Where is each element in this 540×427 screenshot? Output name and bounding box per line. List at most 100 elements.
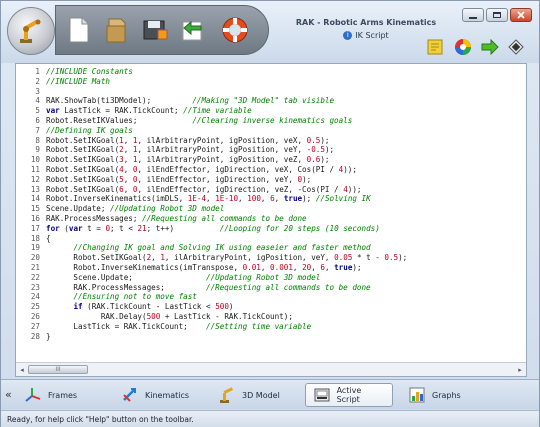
save-disk-icon: [143, 20, 168, 40]
code-line[interactable]: 4 RAK.ShowTab(ti3DModel); //Making "3D Mo…: [16, 96, 526, 106]
minimize-button[interactable]: [462, 8, 484, 22]
code-line[interactable]: 16 RAK.ProcessMessages; //Requesting all …: [16, 214, 526, 224]
status-text: Ready, for help click "Help" button on t…: [7, 415, 194, 424]
scroll-left-arrow-icon[interactable]: ◂: [17, 365, 27, 375]
code-token: ,: [123, 164, 133, 174]
code-line[interactable]: 10 Robot.SetIKGoal(3, 1, ilArbitraryPoint…: [16, 155, 526, 165]
code-line[interactable]: 27 LastTick = RAK.TickCount; //Setting t…: [16, 322, 526, 332]
code-token: ));: [343, 164, 357, 174]
code-token: RAK.ShowTab(ti3DModel);: [46, 96, 193, 106]
code-line[interactable]: 1 //INCLUDE Constants: [16, 67, 526, 77]
scrollbar-thumb[interactable]: III: [28, 365, 88, 374]
code-token: //Updating Robot 3D model: [110, 204, 225, 214]
sticky-note-button[interactable]: [426, 38, 444, 56]
code-line[interactable]: 20 Robot.SetIKGoal(2, 1, ilArbitraryPoin…: [16, 253, 526, 263]
scroll-right-arrow-icon[interactable]: ▸: [515, 365, 525, 375]
frames-axes-icon: [23, 385, 43, 405]
line-number: 17: [30, 223, 40, 233]
code-token: ,: [123, 174, 133, 184]
line-number: 2: [35, 76, 40, 86]
bottom-tab-bar: « Frames Kinematics 3D Model Active Scri…: [1, 379, 539, 409]
code-line[interactable]: 7 //Defining IK goals: [16, 126, 526, 136]
code-token: //Time variable: [183, 106, 252, 116]
line-number: 10: [30, 155, 40, 165]
code-token: Robot.SetIKGoal(: [46, 145, 120, 155]
save-script-button[interactable]: [138, 13, 172, 47]
code-token: ,: [151, 253, 161, 263]
script-editor[interactable]: 1 //INCLUDE Constants 2 //INCLUDE Math 3 4 RAK…: [15, 63, 527, 377]
line-number: 22: [30, 272, 40, 282]
code-token: ,: [238, 194, 248, 204]
code-token: ,: [274, 194, 284, 204]
code-line[interactable]: 9 Robot.SetIKGoal(2, 1, ilArbitraryPoint,…: [16, 145, 526, 155]
code-line[interactable]: 6 Robot.ResetIKValues; //Clearing inverse…: [16, 116, 526, 126]
code-line[interactable]: 5 var LastTick = RAK.TickCount; //Time va…: [16, 106, 526, 116]
code-token: Robot.InverseKinematics(imDLS,: [46, 194, 188, 204]
code-area[interactable]: 1 //INCLUDE Constants 2 //INCLUDE Math 3 4 RAK…: [16, 67, 526, 357]
line-number: 19: [30, 243, 40, 253]
code-token: , ilArbitraryPoint, igPosition, veY,: [164, 253, 335, 263]
tab-frames-label: Frames: [48, 390, 78, 400]
code-token: Robot.SetIKGoal(: [46, 174, 120, 184]
tab-3d-model-label: 3D Model: [242, 390, 280, 400]
maximize-button[interactable]: [486, 8, 508, 22]
line-number: 24: [30, 292, 40, 302]
tab-scroll-left-icon[interactable]: «: [5, 388, 12, 401]
line-number: 26: [30, 311, 40, 321]
new-script-button[interactable]: [62, 13, 96, 47]
tab-active-script[interactable]: Active Script: [305, 383, 393, 407]
line-number: 20: [30, 253, 40, 263]
horizontal-scrollbar[interactable]: ◂ III ▸: [16, 362, 526, 376]
settings-button[interactable]: [507, 38, 525, 56]
robot-arm-icon: [217, 385, 237, 405]
application-menu-button[interactable]: [7, 7, 55, 55]
close-button[interactable]: [510, 8, 532, 22]
code-line[interactable]: 21 Robot.InverseKinematics(imTranspose, …: [16, 263, 526, 273]
undo-button[interactable]: [176, 13, 210, 47]
code-line[interactable]: 8 Robot.SetIKGoal(1, 1, ilArbitraryPoint,…: [16, 136, 526, 146]
run-script-button[interactable]: [481, 38, 499, 56]
open-script-button[interactable]: [100, 13, 134, 47]
code-token: Robot.SetIKGoal(: [46, 135, 120, 145]
code-line[interactable]: 19 //Changing IK goal and Solving IK usi…: [16, 243, 526, 253]
code-line[interactable]: 17 for (var t = 0; t < 21; t++) //Looping…: [16, 224, 526, 234]
close-icon: [517, 11, 525, 19]
code-line[interactable]: 2 //INCLUDE Math: [16, 77, 526, 87]
code-line[interactable]: 23 RAK.ProcessMessages; //Requesting all…: [16, 283, 526, 293]
code-line[interactable]: 24 //Ensuring not to move fast: [16, 292, 526, 302]
code-line[interactable]: 22 Scene.Update; //Updating Robot 3D mod…: [16, 273, 526, 283]
code-token: );: [320, 155, 330, 165]
help-button[interactable]: [218, 13, 252, 47]
tab-graphs[interactable]: Graphs: [401, 383, 467, 407]
code-line[interactable]: 14 Robot.InverseKinematics(imDLS, 1E-4, 1…: [16, 194, 526, 204]
tab-3d-model[interactable]: 3D Model: [211, 383, 286, 407]
code-token: 500: [146, 311, 161, 321]
code-line[interactable]: 28}: [16, 332, 526, 342]
code-token: Robot.SetIKGoal(: [46, 184, 120, 194]
code-line[interactable]: 13 Robot.SetIKGoal(6, 0, ilEndEffector, i…: [16, 185, 526, 195]
code-line[interactable]: 15 Scene.Update; //Updating Robot 3D mode…: [16, 204, 526, 214]
code-line[interactable]: 25 if (RAK.TickCount - LastTick < 500): [16, 302, 526, 312]
status-bar: Ready, for help click "Help" button on t…: [1, 410, 539, 427]
color-theme-button[interactable]: [454, 38, 472, 56]
code-token: , ilEndEffector, igDirection, veZ, -Cos(…: [137, 184, 344, 194]
window-title: RAK - Robotic Arms Kinematics: [295, 18, 437, 27]
code-token: (: [59, 223, 69, 233]
code-token: ; t <: [110, 223, 138, 233]
code-line[interactable]: 3: [16, 87, 526, 97]
code-line[interactable]: 12 Robot.SetIKGoal(5, 0, ilEndEffector, i…: [16, 175, 526, 185]
script-document-icon: [312, 385, 332, 405]
code-token: //Requesting all commands to be done: [206, 282, 371, 292]
code-line[interactable]: 11 Robot.SetIKGoal(4, 0, ilEndEffector, i…: [16, 165, 526, 175]
code-line[interactable]: 26 RAK.Delay(500 + LastTick - RAK.TickCo…: [16, 312, 526, 322]
lifebuoy-help-icon: [222, 17, 248, 43]
code-token: ): [228, 302, 234, 312]
line-number: 21: [30, 262, 40, 272]
tab-frames[interactable]: Frames: [17, 383, 83, 407]
tab-kinematics[interactable]: Kinematics: [114, 383, 195, 407]
line-number: 16: [30, 213, 40, 223]
code-line[interactable]: 18 {: [16, 234, 526, 244]
